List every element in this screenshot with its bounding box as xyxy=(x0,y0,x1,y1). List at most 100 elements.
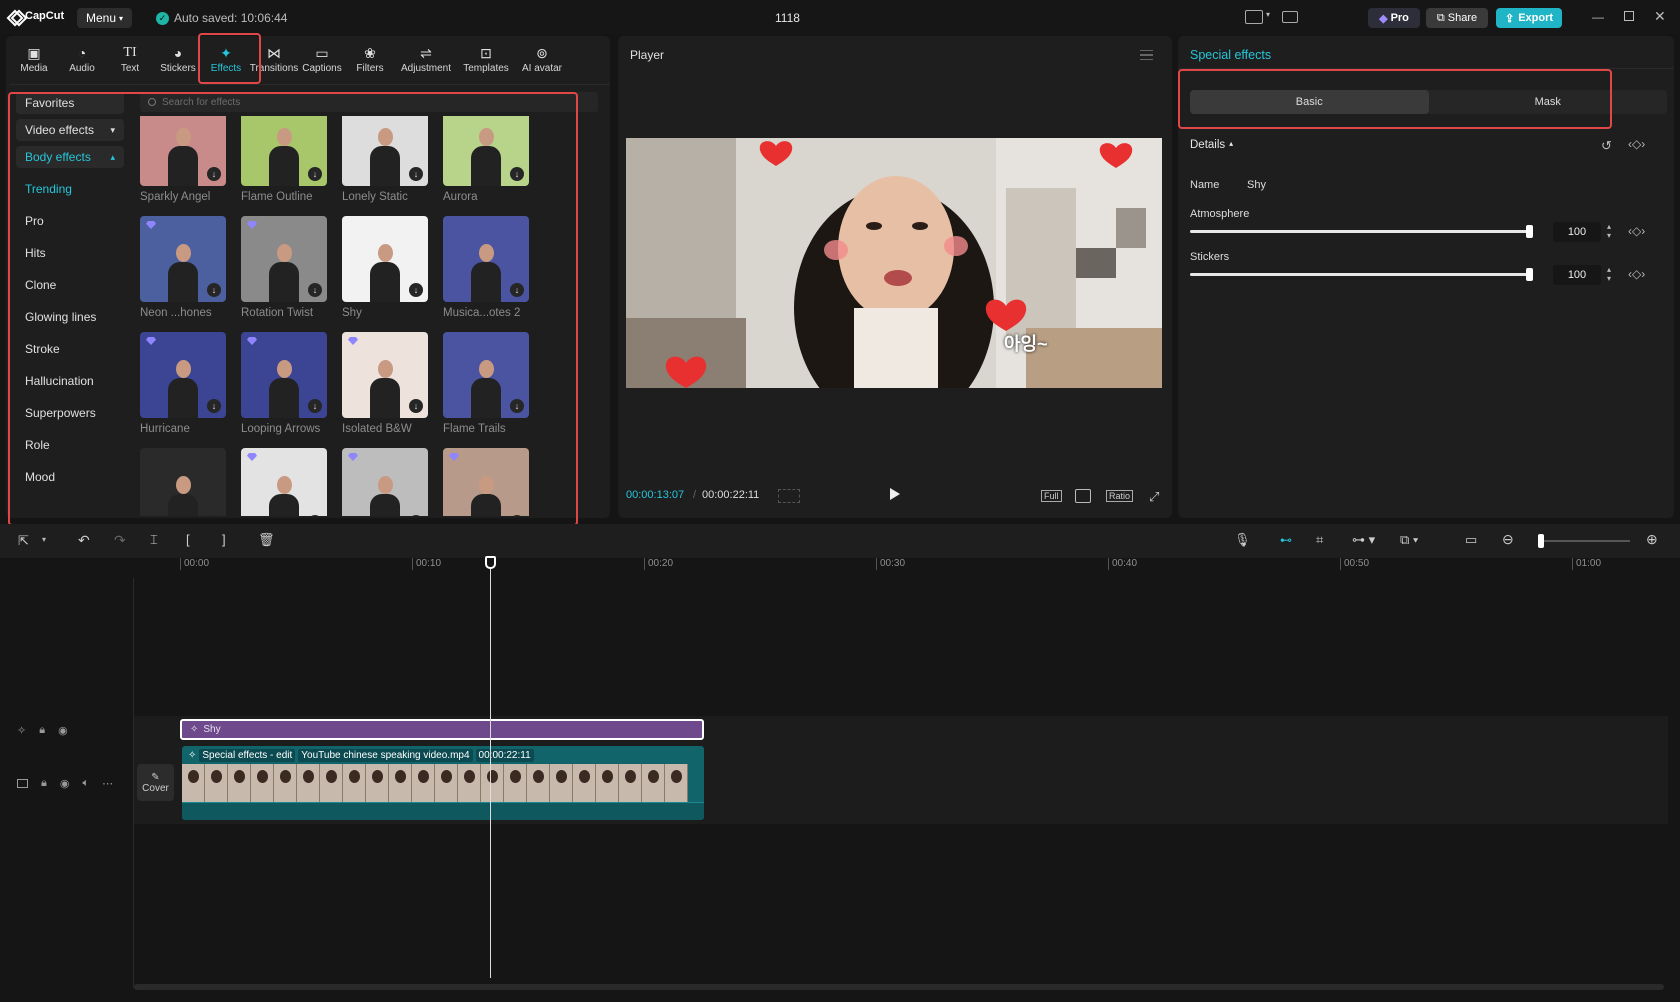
timeline-ruler[interactable]: 00:00 00:10 00:20 00:30 00:40 00:50 01:00 xyxy=(180,558,1670,576)
playhead[interactable] xyxy=(485,556,496,978)
tab-captions[interactable]: ▭ Captions xyxy=(298,36,346,74)
download-icon[interactable]: ↓ xyxy=(308,167,322,181)
snap-icon[interactable]: ⌗ xyxy=(1316,532,1323,548)
pro-button[interactable]: ◆ Pro xyxy=(1368,8,1420,28)
video-preview[interactable]: 아잉~ xyxy=(626,138,1162,388)
category-hits[interactable]: Hits xyxy=(16,237,124,269)
download-icon[interactable]: ↓ xyxy=(207,399,221,413)
more-icon[interactable]: ⋯ xyxy=(102,777,113,790)
split-icon[interactable]: ⌶ xyxy=(150,532,158,548)
tab-stickers[interactable]: ◕ Stickers xyxy=(154,36,202,74)
effect-card[interactable]: ↓ Shy xyxy=(342,216,428,319)
tab-filters[interactable]: ❀ Filters xyxy=(346,36,394,74)
zoom-out-icon[interactable]: ⊖ xyxy=(1502,531,1514,548)
tab-templates[interactable]: ⊡ Templates xyxy=(458,36,514,74)
tab-media[interactable]: ▣ Media xyxy=(10,36,58,74)
effect-card[interactable]: ↓ Looping Arrows xyxy=(241,332,327,435)
download-icon[interactable]: ↓ xyxy=(308,399,322,413)
microphone-icon[interactable]: 🎙 xyxy=(1234,532,1251,548)
chevron-down-icon[interactable]: ▾ xyxy=(42,535,46,544)
category-pro[interactable]: Pro xyxy=(16,205,124,237)
keyboard-icon[interactable] xyxy=(1282,11,1298,23)
category-stroke[interactable]: Stroke xyxy=(16,333,124,365)
link-icon[interactable]: ⊶ ▾ xyxy=(1352,532,1375,548)
timeline-scrollbar[interactable] xyxy=(134,984,1664,990)
category-favorites[interactable]: Favorites xyxy=(16,92,124,114)
effect-card[interactable]: ↓ Flame Trails xyxy=(443,332,529,435)
ratio-button[interactable]: Ratio xyxy=(1106,490,1134,502)
stickers-value[interactable]: 100 xyxy=(1553,265,1601,285)
category-body-effects[interactable]: Body effects ▴ xyxy=(16,146,124,168)
tab-transitions[interactable]: ⋈ Transitions xyxy=(250,36,299,74)
preview-axis-icon[interactable]: ⧉ ▾ xyxy=(1400,532,1418,548)
category-mood[interactable]: Mood xyxy=(16,461,124,493)
full-button[interactable]: Full xyxy=(1041,490,1062,502)
minimize-icon[interactable]: — xyxy=(1592,10,1604,24)
redo-icon[interactable]: ↷ xyxy=(114,532,126,549)
download-icon[interactable]: ↓ xyxy=(510,167,524,181)
effect-card[interactable]: ↓Neon Doodle xyxy=(140,448,226,516)
details-header[interactable]: Details ▴ xyxy=(1190,139,1233,151)
restore-icon[interactable] xyxy=(1624,11,1634,21)
download-icon[interactable]: ↓ xyxy=(207,283,221,297)
fullscreen-icon[interactable]: ⤢ xyxy=(1149,489,1159,505)
effect-clip-shy[interactable]: ✧ Shy xyxy=(180,719,704,740)
download-icon[interactable]: ↓ xyxy=(510,515,524,516)
download-icon[interactable]: ↓ xyxy=(308,283,322,297)
trim-right-icon[interactable]: ] xyxy=(222,532,226,547)
slider-thumb[interactable] xyxy=(1526,225,1533,238)
download-icon[interactable]: ↓ xyxy=(510,399,524,413)
category-hallucination[interactable]: Hallucination xyxy=(16,365,124,397)
download-icon[interactable]: ↓ xyxy=(308,515,322,516)
undo-icon[interactable]: ↶ xyxy=(78,532,90,549)
effect-card[interactable]: ↓ Neon ...hones xyxy=(140,216,226,319)
delete-icon[interactable]: 🗑 xyxy=(258,532,275,548)
atmosphere-value[interactable]: 100 xyxy=(1553,222,1601,242)
eye-icon[interactable]: ◉ xyxy=(58,724,68,737)
download-icon[interactable]: ↓ xyxy=(510,283,524,297)
effect-card[interactable]: ↓ Flame Outline xyxy=(241,116,327,203)
trim-left-icon[interactable]: [ xyxy=(186,532,190,547)
effect-card[interactable]: ↓Diffuse Light xyxy=(443,448,529,516)
reset-icon[interactable]: ↺ xyxy=(1601,138,1612,154)
tab-effects[interactable]: ✦ Effects xyxy=(202,36,250,74)
zoom-in-icon[interactable]: ⊕ xyxy=(1646,531,1658,548)
download-icon[interactable]: ↓ xyxy=(207,515,221,516)
hamburger-icon[interactable] xyxy=(1140,50,1153,60)
playhead-handle[interactable] xyxy=(485,556,496,569)
keyframe-icon[interactable]: ‹◇› xyxy=(1628,137,1645,151)
tab-adjustment[interactable]: ⇌ Adjustment xyxy=(394,36,458,74)
keyframe-icon[interactable]: ‹◇› xyxy=(1628,267,1645,281)
effect-card[interactable]: ↓ Sparkly Angel xyxy=(140,116,226,203)
layout-icon[interactable] xyxy=(1245,10,1263,24)
tab-audio[interactable]: ◔ Audio xyxy=(58,36,106,74)
zoom-thumb[interactable] xyxy=(1538,534,1544,548)
stepper-icon[interactable]: ▴ ▾ xyxy=(1607,265,1611,283)
play-icon[interactable] xyxy=(890,488,900,500)
magnet-icon[interactable]: ⊷ xyxy=(1280,533,1292,547)
close-icon[interactable]: ✕ xyxy=(1654,8,1666,25)
slider-thumb[interactable] xyxy=(1526,268,1533,281)
download-icon[interactable]: ↓ xyxy=(409,283,423,297)
select-tool-icon[interactable]: ⇱ xyxy=(18,533,29,549)
download-icon[interactable]: ↓ xyxy=(409,399,423,413)
snapshot-icon[interactable] xyxy=(1075,489,1091,503)
category-trending[interactable]: Trending xyxy=(16,173,124,205)
effect-card[interactable]: ↓ Lonely Static xyxy=(342,116,428,203)
download-icon[interactable]: ↓ xyxy=(207,167,221,181)
lock-icon[interactable]: 🔒︎ xyxy=(39,724,45,737)
category-superpowers[interactable]: Superpowers xyxy=(16,397,124,429)
lock-icon[interactable]: 🔒︎ xyxy=(41,777,47,790)
effect-card[interactable]: ↓ Musica...otes 2 xyxy=(443,216,529,319)
menu-button[interactable]: Menu ▾ xyxy=(77,8,132,28)
stickers-slider[interactable] xyxy=(1190,268,1533,281)
tab-mask[interactable]: Mask xyxy=(1429,90,1668,114)
effect-card[interactable]: ↓Mosaic Clone xyxy=(342,448,428,516)
effect-card[interactable]: ↓ Hurricane xyxy=(140,332,226,435)
category-clone[interactable]: Clone xyxy=(16,269,124,301)
zoom-slider[interactable] xyxy=(1538,534,1630,548)
download-icon[interactable]: ↓ xyxy=(409,167,423,181)
tab-ai-avatar[interactable]: ⊚ AI avatar xyxy=(514,36,570,74)
effect-card[interactable]: ↓ Aurora xyxy=(443,116,529,203)
video-clip[interactable]: ✧ Special effects - edit YouTube chinese… xyxy=(182,746,704,820)
